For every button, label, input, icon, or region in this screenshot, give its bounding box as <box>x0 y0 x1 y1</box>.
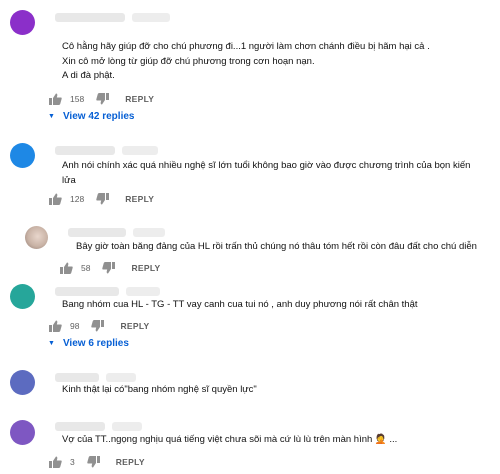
comment-timestamp[interactable] <box>122 146 158 155</box>
author-name[interactable] <box>55 373 99 382</box>
view-replies-button[interactable]: ▼ View 42 replies <box>48 111 134 122</box>
comment-timestamp[interactable] <box>112 422 142 431</box>
avatar[interactable] <box>10 10 35 35</box>
author-name[interactable] <box>55 146 115 155</box>
thumb-up-icon[interactable] <box>49 193 62 205</box>
thumb-up-icon[interactable] <box>49 93 62 105</box>
avatar[interactable] <box>25 226 48 249</box>
comment-text: Cô hằng hãy giúp đỡ cho chú phương đi...… <box>62 41 430 81</box>
comment-text: Bang nhóm cua HL - TG - TT vay canh cua … <box>62 299 418 310</box>
comment-timestamp[interactable] <box>133 228 165 237</box>
avatar[interactable] <box>10 143 35 168</box>
comment-text: Anh nói chính xác quá nhiều nghệ sĩ lớn … <box>62 160 471 186</box>
like-count: 3 <box>70 457 75 467</box>
view-replies-label: View 42 replies <box>62 111 135 122</box>
thumb-up-icon[interactable] <box>60 262 73 274</box>
comment-text: Bây giờ toàn băng đảng của HL rồi trấn t… <box>76 241 477 252</box>
like-count: 128 <box>70 194 85 204</box>
like-count: 58 <box>81 263 91 273</box>
comment-text: Kinh thật lại có"bang nhóm nghệ sĩ quyền… <box>62 384 257 395</box>
comment-timestamp[interactable] <box>132 13 170 22</box>
view-replies-button[interactable]: ▼ View 6 replies <box>48 338 129 349</box>
thumb-up-icon[interactable] <box>49 456 62 468</box>
reply-button[interactable]: REPLY <box>131 263 160 273</box>
comment-actions: 3 REPLY <box>49 455 145 469</box>
reply-button[interactable]: REPLY <box>120 321 149 331</box>
reply-button[interactable]: REPLY <box>125 194 154 204</box>
avatar[interactable] <box>10 284 35 309</box>
comment-timestamp[interactable] <box>126 287 160 296</box>
comment-actions: 158 REPLY <box>49 92 154 106</box>
comment-actions: 128 REPLY <box>49 192 154 206</box>
thumb-down-icon[interactable] <box>96 93 110 105</box>
reply-button[interactable]: REPLY <box>116 457 145 467</box>
avatar[interactable] <box>10 420 35 445</box>
thumb-up-icon[interactable] <box>49 320 62 332</box>
author-name[interactable] <box>55 287 119 296</box>
comment-text: Vợ của TT..ngọng nghịu quá tiếng việt ch… <box>62 434 398 445</box>
view-replies-label: View 6 replies <box>62 338 129 349</box>
comment-actions: 58 REPLY <box>60 261 161 275</box>
thumb-down-icon[interactable] <box>91 320 105 332</box>
thumb-down-icon[interactable] <box>96 193 110 205</box>
caret-down-icon: ▼ <box>48 113 55 120</box>
like-count: 98 <box>70 321 80 331</box>
reply-button[interactable]: REPLY <box>125 94 154 104</box>
thumb-down-icon[interactable] <box>102 262 116 274</box>
author-name[interactable] <box>55 422 105 431</box>
comment-actions: 98 REPLY <box>49 319 150 333</box>
comment-timestamp[interactable] <box>106 373 136 382</box>
author-name[interactable] <box>55 13 125 22</box>
like-count: 158 <box>70 94 85 104</box>
avatar[interactable] <box>10 370 35 395</box>
thumb-down-icon[interactable] <box>87 456 100 468</box>
author-name[interactable] <box>68 228 126 237</box>
caret-down-icon: ▼ <box>48 340 55 347</box>
